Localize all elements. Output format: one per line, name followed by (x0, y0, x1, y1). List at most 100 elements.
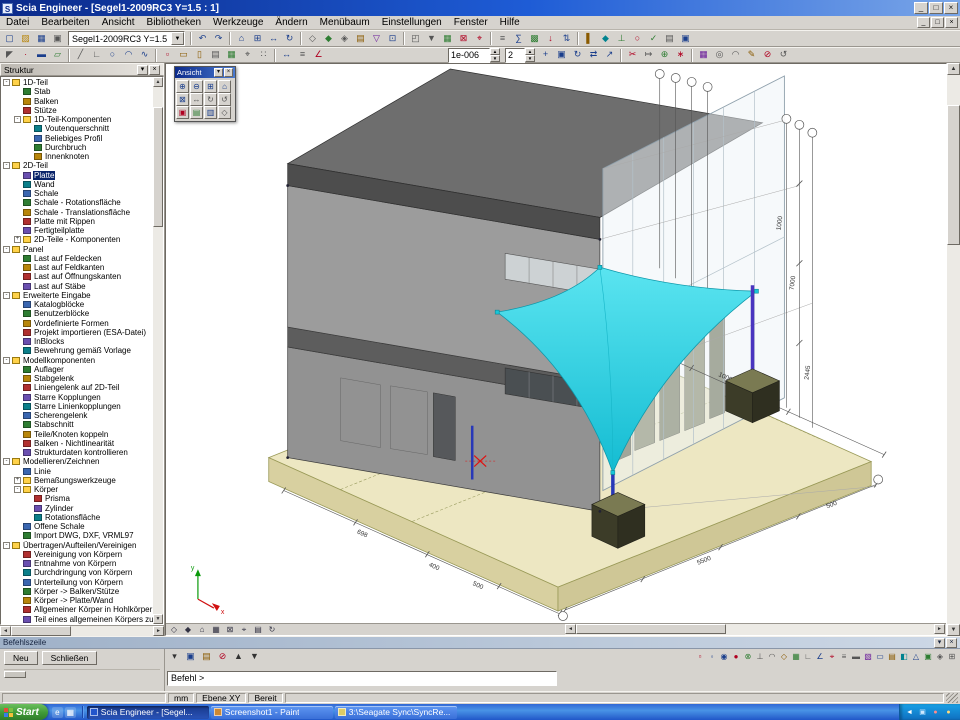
anchor-block-rear[interactable] (726, 369, 780, 423)
tree-item-starre-linienkopplungen[interactable]: Starre Linienkopplungen (1, 402, 153, 411)
tree-item-erweiterte-eingabe[interactable]: -Erweiterte Eingabe (1, 291, 153, 300)
panel-pin-icon[interactable]: ▾ (137, 65, 148, 75)
tree-item-last-auf-öffnungskanten[interactable]: Last auf Öffnungskanten (1, 272, 153, 281)
scrollbar-thumb[interactable] (11, 626, 71, 636)
tree-item-linie[interactable]: Linie (1, 467, 153, 476)
tree-item-last-auf-feldecken[interactable]: Last auf Feldecken (1, 254, 153, 263)
precision-input[interactable] (448, 48, 490, 63)
taskbar-task-scia-engineer-segel[interactable]: Scia Engineer - [Segel... (87, 706, 209, 719)
tree-item-zylinder[interactable]: Zylinder (1, 504, 153, 513)
tree-item-balken[interactable]: Balken (1, 97, 153, 106)
plate-select-icon[interactable]: ▱ (50, 48, 65, 62)
selection-icon[interactable]: ◰ (408, 32, 423, 46)
polar-icon[interactable]: ∠ (814, 651, 826, 663)
viewport-vertical-scrollbar[interactable]: ▲ ▼ (947, 63, 960, 636)
tree-item-vereinigung-von-körpern[interactable]: Vereinigung von Körpern (1, 550, 153, 559)
regen-icon[interactable]: ↺ (776, 48, 791, 62)
circle-tool-icon[interactable]: ○ (105, 48, 120, 62)
polyline-tool-icon[interactable]: ∟ (89, 48, 104, 62)
node-select-icon[interactable]: ∙ (18, 48, 33, 62)
osnap-center-icon[interactable]: ◉ (718, 651, 730, 663)
spline-tool-icon[interactable]: ∿ (137, 48, 152, 62)
collapse-icon[interactable]: - (3, 162, 10, 169)
hidden-line-icon[interactable]: ◈ (337, 32, 352, 46)
scroll-up-icon[interactable]: ▲ (153, 77, 163, 87)
check-icon[interactable]: ✓ (646, 32, 661, 46)
extend-icon[interactable]: ↦ (641, 48, 656, 62)
panel-close-icon[interactable]: × (946, 638, 957, 648)
tree-item-prisma[interactable]: Prisma (1, 494, 153, 503)
pan-icon[interactable]: ↔ (266, 32, 281, 46)
volume-icon[interactable]: ◄ (905, 708, 914, 717)
menu-menübaum[interactable]: Menübaum (314, 17, 376, 28)
rotate-icon[interactable]: ↻ (204, 93, 217, 106)
annotate-icon[interactable]: ✎ (744, 48, 759, 62)
osnap-nearest-icon[interactable]: ◇ (778, 651, 790, 663)
scrollbar-thumb[interactable] (947, 105, 960, 245)
dimension-icon[interactable]: ↔ (279, 48, 294, 62)
tree-item-stabgelenk[interactable]: Stabgelenk (1, 374, 153, 383)
zoom-in-icon[interactable]: ⊕ (176, 80, 189, 93)
tree-item-voutenquerschnitt[interactable]: Voutenquerschnitt (1, 124, 153, 133)
fillet-icon[interactable]: ◠ (728, 48, 743, 62)
join-icon[interactable]: ⊕ (657, 48, 672, 62)
gallery-icon[interactable]: ▣ (678, 32, 693, 46)
tree-item-allgemeiner-körper-in-hohlkörper[interactable]: Allgemeiner Körper in Hohlkörper (1, 605, 153, 614)
load-cases-icon[interactable]: ↓ (543, 32, 558, 46)
tree-item-starre-kopplungen[interactable]: Starre Kopplungen (1, 393, 153, 402)
minimize-button[interactable]: _ (914, 2, 928, 14)
expand-icon[interactable]: + (14, 236, 21, 243)
support-icon[interactable]: ⊥ (614, 32, 629, 46)
rotate-icon[interactable]: ↻ (570, 48, 585, 62)
snap-icon[interactable]: ⊠ (456, 32, 471, 46)
point-grid-icon[interactable]: ∷ (256, 48, 271, 62)
tree-item-katalogblöcke[interactable]: Katalogblöcke (1, 300, 153, 309)
ucs-icon[interactable]: ⌖ (237, 624, 251, 635)
tree-item-rotationsfläche[interactable]: Rotationsfläche (1, 513, 153, 522)
menu-hilfe[interactable]: Hilfe (494, 17, 526, 28)
3d-model-scene[interactable]: 698 400 500 5500 500 1000 7000 2445 1000 (166, 64, 946, 623)
menu-fenster[interactable]: Fenster (448, 17, 494, 28)
start-button[interactable]: Start (0, 704, 48, 720)
viewport[interactable]: Ansicht ▾ × ⊕⊖⊞⌂⊠↔↻↺▣▤▥◇ (165, 63, 947, 636)
palette-menu-icon[interactable]: ▾ (214, 68, 223, 77)
snap-toggle-icon[interactable]: ⊠ (223, 624, 237, 635)
axis-icon[interactable]: ⌖ (240, 48, 255, 62)
tree-item-scherengelenk[interactable]: Scherengelenk (1, 411, 153, 420)
menu-einstellungen[interactable]: Einstellungen (376, 17, 448, 28)
tree-item-innenknoten[interactable]: Innenknoten (1, 152, 153, 161)
collapse-icon[interactable]: - (14, 116, 21, 123)
scroll-right-icon[interactable]: ► (934, 624, 945, 634)
ortho-icon[interactable]: ∟ (802, 651, 814, 663)
layers-icon[interactable]: ▤ (353, 32, 368, 46)
tree-item-projekt-importieren-esa-datei[interactable]: Projekt importieren (ESA-Datei) (1, 328, 153, 337)
tree-item-liniengelenk-auf-2d-teil[interactable]: Liniengelenk auf 2D-Teil (1, 383, 153, 392)
pan-icon[interactable]: ↔ (190, 93, 203, 106)
tree-item-inblocks[interactable]: InBlocks (1, 337, 153, 346)
scroll-up-icon[interactable]: ▲ (231, 650, 246, 664)
tree-horizontal-scrollbar[interactable]: ◄ ► (0, 625, 164, 636)
osnap-perpendicular-icon[interactable]: ⊥ (754, 651, 766, 663)
raster-icon[interactable]: ▦ (224, 48, 239, 62)
tree-item-platte-mit-rippen[interactable]: Platte mit Rippen (1, 217, 153, 226)
erase-icon[interactable]: ⊘ (760, 48, 775, 62)
tree-item-körper[interactable]: -Körper (1, 485, 153, 494)
transparency-icon[interactable]: ▧ (862, 651, 874, 663)
view-z-icon[interactable]: ▥ (204, 106, 217, 119)
text-icon[interactable]: ≡ (295, 48, 310, 62)
scroll-right-icon[interactable]: ► (153, 626, 164, 636)
maximize-button[interactable]: □ (929, 2, 943, 14)
mdi-minimize-button[interactable]: _ (917, 17, 930, 28)
spin-up-icon[interactable]: ▲ (490, 48, 500, 55)
grid-toggle-icon[interactable]: ▦ (209, 624, 223, 635)
array-icon[interactable]: ▦ (696, 48, 711, 62)
tree-item-platte[interactable]: Platte (1, 171, 153, 180)
line-tool-icon[interactable]: ╱ (73, 48, 88, 62)
view-x-icon[interactable]: ▣ (176, 106, 189, 119)
activity-filter-icon[interactable]: ▽ (369, 32, 384, 46)
material-icon[interactable]: ◆ (598, 32, 613, 46)
precision-field[interactable]: ▲▼ (448, 48, 500, 63)
tree-item-schale-rotationsfläche[interactable]: Schale - Rotationsfläche (1, 198, 153, 207)
hinge-icon[interactable]: ○ (630, 32, 645, 46)
shaded-icon[interactable]: ◆ (321, 32, 336, 46)
